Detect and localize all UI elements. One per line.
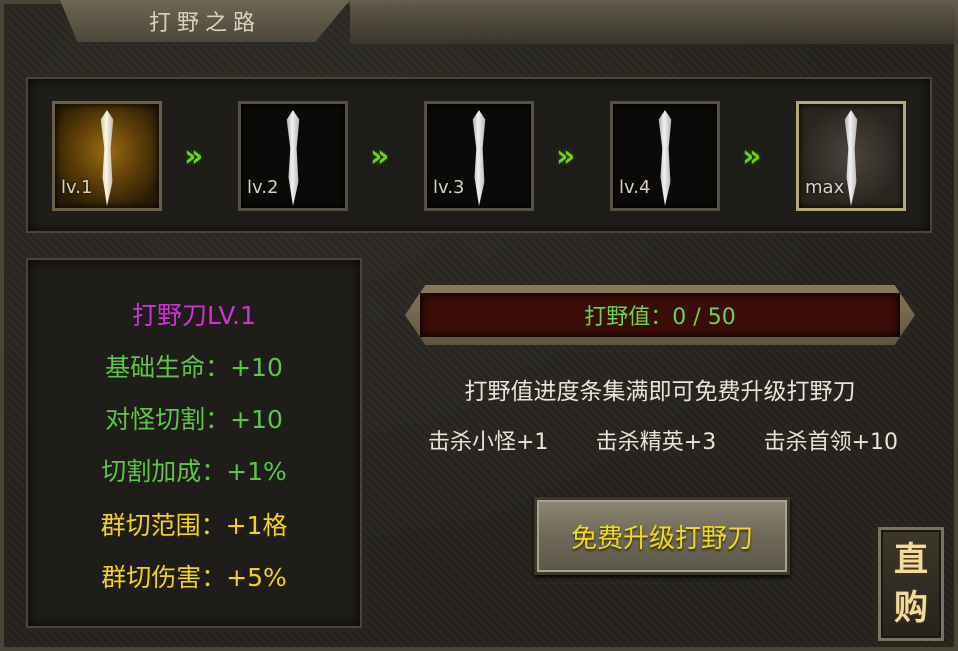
double-chevron-right-icon: » (184, 139, 204, 174)
weapon-name: 打野刀LV.1 (132, 301, 256, 330)
level-slot-4[interactable]: lv.4 (610, 101, 720, 211)
machete-icon (658, 110, 672, 206)
level-slot-label: lv.1 (61, 177, 93, 198)
level-slot-3[interactable]: lv.3 (424, 101, 534, 211)
level-slot-label: lv.4 (619, 177, 651, 198)
machete-icon (844, 110, 858, 206)
progress-label: 打野值：0 / 50 (584, 305, 736, 330)
weapon-stats-panel: 打野刀LV.1 基础生命：+10 对怪切割：+10 切割加成：+1% 群切范围：… (26, 258, 362, 628)
kill-rules: 击杀小怪+1 击杀精英+3 击杀首领+10 (428, 424, 898, 456)
upgrade-description: 打野值进度条集满即可免费升级打野刀 (464, 379, 856, 405)
window-title: 打野之路 (148, 11, 261, 36)
stat-monster-cleave: 对怪切割：+10 (105, 405, 283, 434)
stat-aoe-damage: 群切伤害：+5% (101, 563, 287, 592)
double-chevron-right-icon: » (370, 139, 390, 174)
level-slot-1[interactable]: lv.1 (52, 101, 162, 211)
direct-buy-button[interactable]: 直 购 (878, 527, 944, 641)
kill-rule-elite: 击杀精英+3 (595, 430, 717, 455)
header-ornament (350, 0, 958, 44)
level-slot-label: lv.3 (433, 177, 465, 198)
machete-icon (100, 110, 114, 206)
progress-bar: 打野值：0 / 50 (420, 293, 900, 337)
double-chevron-right-icon: » (556, 139, 576, 174)
free-upgrade-button[interactable]: 免费升级打野刀 (534, 497, 790, 575)
level-progression-panel: lv.1 » lv.2 » lv.3 » lv.4 » max (26, 77, 932, 233)
kill-rule-minion: 击杀小怪+1 (428, 430, 549, 455)
level-slot-label: max (805, 177, 845, 198)
level-slot-label: lv.2 (247, 177, 279, 198)
level-slot-2[interactable]: lv.2 (238, 101, 348, 211)
level-slot-max[interactable]: max (796, 101, 906, 211)
direct-buy-char-2: 购 (894, 588, 928, 628)
machete-icon (286, 110, 300, 206)
stat-aoe-range: 群切范围：+1格 (100, 511, 288, 540)
window-title-tab: 打野之路 (60, 0, 350, 42)
kill-rule-boss: 击杀首领+10 (763, 430, 898, 455)
double-chevron-right-icon: » (742, 139, 762, 174)
direct-buy-char-1: 直 (894, 540, 928, 580)
stat-base-hp: 基础生命：+10 (105, 353, 283, 382)
stat-cleave-bonus: 切割加成：+1% (101, 457, 287, 486)
machete-icon (472, 110, 486, 206)
